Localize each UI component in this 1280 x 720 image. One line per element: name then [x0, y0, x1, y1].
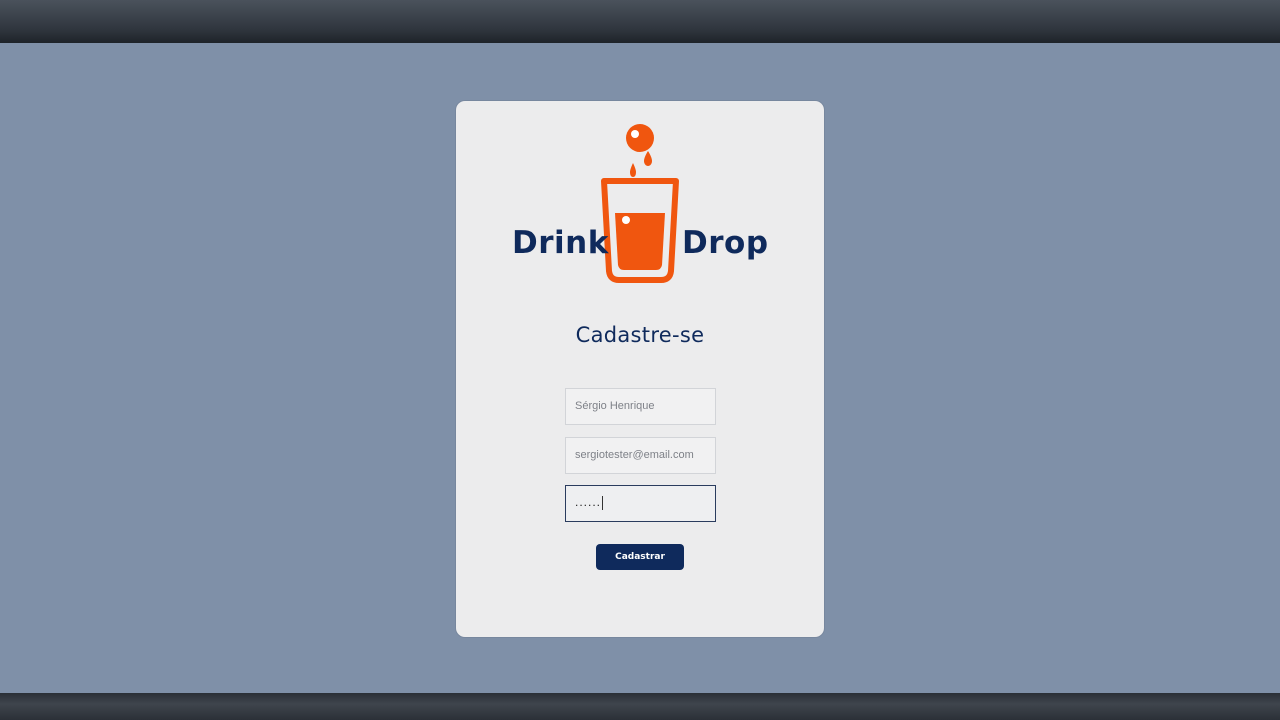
password-field-value: ......: [575, 495, 602, 509]
name-field-value: Sérgio Henrique: [575, 400, 655, 412]
name-field[interactable]: Sérgio Henrique: [565, 388, 716, 425]
email-field[interactable]: sergiotester@email.com: [565, 437, 716, 474]
brand-logo: [508, 119, 772, 287]
brand-word-left: Drink: [512, 225, 609, 261]
text-cursor: [602, 495, 604, 510]
glass-with-drop-icon: [601, 124, 679, 283]
window-bottom-bar: [0, 693, 1280, 720]
signup-card: Drink Drop Cadastre-se Sérgio Henrique s…: [456, 101, 824, 637]
password-field[interactable]: ......: [565, 485, 716, 522]
brand-word-right: Drop: [682, 225, 769, 261]
email-field-value: sergiotester@email.com: [575, 449, 694, 461]
window-top-bar: [0, 0, 1280, 43]
page-title: Cadastre-se: [575, 323, 705, 347]
screen: Drink Drop Cadastre-se Sérgio Henrique s…: [0, 0, 1280, 720]
signup-button[interactable]: Cadastrar: [596, 544, 684, 570]
